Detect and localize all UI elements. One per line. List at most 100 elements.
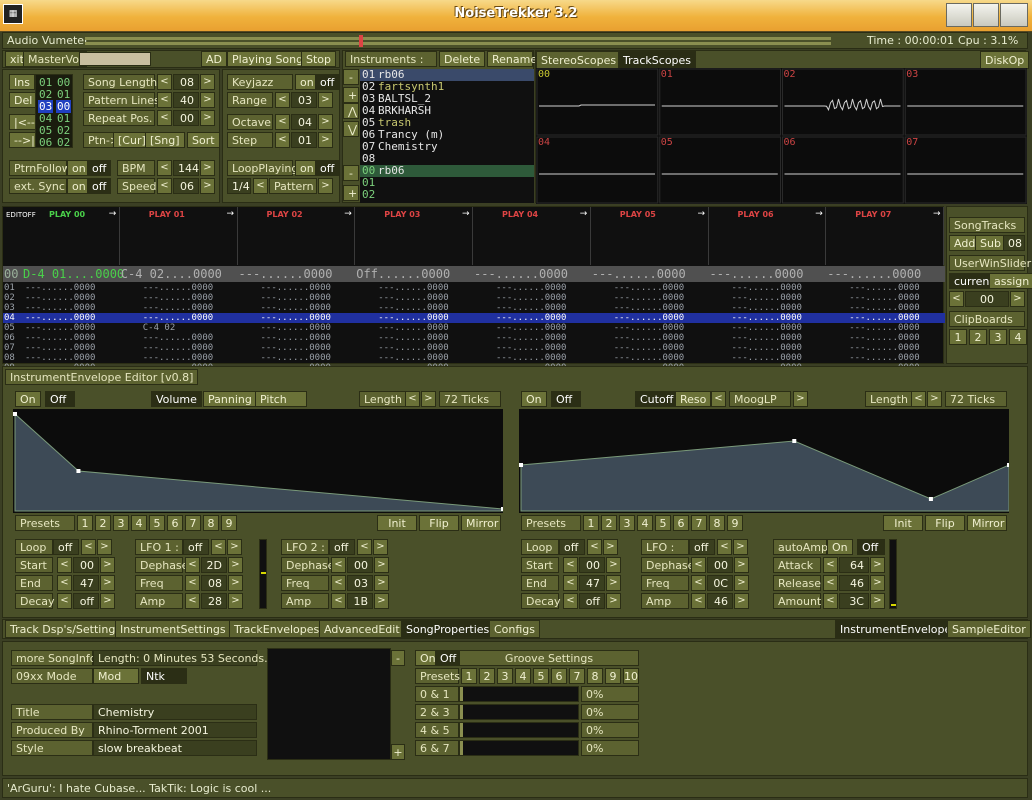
pattern-cell[interactable]: ---......0000 [849, 293, 919, 303]
tab-mid-2[interactable]: SongProperties [401, 620, 495, 638]
repeat-pos-inc[interactable]: > [200, 110, 215, 126]
mastervol-slider[interactable] [79, 52, 151, 66]
playing-song-button[interactable]: Playing Song [227, 51, 309, 67]
step-inc[interactable]: > [318, 132, 333, 148]
order-pattern[interactable]: 02 [56, 136, 71, 149]
lfo1-freq-inc[interactable]: > [228, 575, 243, 591]
pattern-cell[interactable]: ---......0000 [378, 353, 448, 363]
pattern-cell[interactable]: ---......0000 [25, 333, 95, 343]
assign-button[interactable]: assign [989, 273, 1032, 289]
ext-sync-off[interactable]: off [87, 178, 112, 194]
preset-button[interactable]: 1 [583, 515, 599, 531]
step-dec[interactable]: < [275, 132, 290, 148]
produced-by-input[interactable]: Rhino-Torment 2001 [93, 722, 257, 738]
filter-dec[interactable]: < [711, 391, 726, 407]
instrument-row[interactable]: 07 Chemistry [360, 141, 534, 153]
volume-tab[interactable]: Volume [151, 391, 202, 407]
preset-button[interactable]: 4 [637, 515, 653, 531]
lfo1-inc[interactable]: > [227, 539, 242, 555]
reso-tab[interactable]: Reso [675, 391, 712, 407]
lfo2-dephase-dec[interactable]: < [331, 557, 346, 573]
sort-button[interactable]: Sort [187, 132, 220, 148]
pattern-cell[interactable]: C-4 02 [143, 323, 176, 333]
clipboard-button[interactable]: 3 [989, 329, 1007, 345]
track-arrow-icon[interactable]: → [933, 209, 941, 219]
sample-add[interactable]: + [343, 185, 359, 201]
pattern-cell[interactable]: ---......0000 [261, 323, 331, 333]
groove-preset-button[interactable]: 4 [515, 668, 531, 684]
instrument-add[interactable]: + [343, 87, 359, 103]
pattern-cell[interactable]: ---......0000 [614, 343, 684, 353]
pattern-cell[interactable]: ---......0000 [732, 313, 802, 323]
loopplaying-off[interactable]: off [315, 160, 340, 176]
groove-off[interactable]: Off [435, 650, 462, 666]
pattern-cell[interactable]: ---......0000 [496, 313, 566, 323]
pattern-cell[interactable]: ---......0000 [849, 283, 919, 293]
right-start-inc[interactable]: > [606, 557, 621, 573]
order-position[interactable]: 06 [38, 136, 53, 149]
lfo1-amp-dec[interactable]: < [185, 593, 200, 609]
pattern-cell[interactable]: ---......0000 [614, 293, 684, 303]
groove-preset-button[interactable]: 1 [461, 668, 477, 684]
left-end-inc[interactable]: > [100, 575, 115, 591]
right-loop-inc[interactable]: > [603, 539, 618, 555]
pattern-cell[interactable]: ---......0000 [496, 343, 566, 353]
groove-preset-button[interactable]: 5 [533, 668, 549, 684]
lfo1-freq-dec[interactable]: < [185, 575, 200, 591]
pattern-cell[interactable]: ---......0000 [849, 323, 919, 333]
right-mirror-button[interactable]: Mirror [967, 515, 1007, 531]
instrument-scroll-up[interactable]: - [343, 69, 359, 85]
pattern-cell[interactable]: ---......0000 [261, 313, 331, 323]
pattern-cell[interactable]: ---......0000 [378, 303, 448, 313]
pattern-cell[interactable]: ---......0000 [25, 293, 95, 303]
cutoff-tab[interactable]: Cutoff [635, 391, 679, 407]
left-init-button[interactable]: Init [377, 515, 417, 531]
sample-scroll-up[interactable]: - [343, 165, 359, 181]
tab-trackscopes[interactable]: TrackScopes [618, 51, 697, 69]
left-flip-button[interactable]: Flip [419, 515, 459, 531]
range-dec[interactable]: < [275, 92, 290, 108]
pattern-cell[interactable]: ---......0000 [25, 343, 95, 353]
groove-slider[interactable] [459, 740, 579, 756]
pattern-cell[interactable]: ---......0000 [378, 283, 448, 293]
left-start-dec[interactable]: < [57, 557, 72, 573]
pattern-cell[interactable]: ---......0000 [25, 283, 95, 293]
preset-button[interactable]: 6 [167, 515, 183, 531]
release-dec[interactable]: < [823, 575, 838, 591]
ptn-sng-button[interactable]: [Sng] [145, 132, 185, 148]
right-end-dec[interactable]: < [563, 575, 578, 591]
groove-preset-button[interactable]: 6 [551, 668, 567, 684]
right-init-button[interactable]: Init [883, 515, 923, 531]
octave-dec[interactable]: < [275, 114, 290, 130]
pattern-cell[interactable]: ---......0000 [143, 343, 213, 353]
right-start-dec[interactable]: < [563, 557, 578, 573]
amount-inc[interactable]: > [870, 593, 885, 609]
lfo2-inc[interactable]: > [373, 539, 388, 555]
lfo2-freq-inc[interactable]: > [374, 575, 389, 591]
pattern-cell[interactable]: ---......0000 [732, 303, 802, 313]
lfo2-freq-dec[interactable]: < [331, 575, 346, 591]
pattern-cell[interactable]: ---......0000 [732, 283, 802, 293]
sample-row[interactable]: 00 rb06 [360, 165, 534, 177]
pattern-cell[interactable]: ---......0000 [496, 283, 566, 293]
clipboard-button[interactable]: 4 [1009, 329, 1027, 345]
track-arrow-icon[interactable]: → [815, 209, 823, 219]
pattern-cell[interactable]: ---......0000 [143, 293, 213, 303]
groove-slider-thumb[interactable] [460, 687, 463, 701]
pattern-cell[interactable]: ---......0000 [849, 313, 919, 323]
pattern-cell-current[interactable]: ---......0000 [827, 267, 921, 281]
left-envelope-graph[interactable] [13, 409, 503, 513]
right-lfo-dec[interactable]: < [717, 539, 732, 555]
groove-preset-button[interactable]: 10 [623, 668, 639, 684]
right-env-on[interactable]: On [521, 391, 547, 407]
right-decay-inc[interactable]: > [606, 593, 621, 609]
comments-scroll-up[interactable]: - [391, 650, 405, 666]
track-header[interactable]: PLAY 04 → [474, 207, 591, 265]
pattern-cell[interactable]: ---......0000 [496, 303, 566, 313]
clipboard-button[interactable]: 1 [949, 329, 967, 345]
pattern-cell[interactable]: ---......0000 [849, 303, 919, 313]
lfo1-dephase-dec[interactable]: < [185, 557, 200, 573]
right-amp-dec[interactable]: < [691, 593, 706, 609]
pattern-cell[interactable]: ---......0000 [25, 303, 95, 313]
style-input[interactable]: slow breakbeat [93, 740, 257, 756]
